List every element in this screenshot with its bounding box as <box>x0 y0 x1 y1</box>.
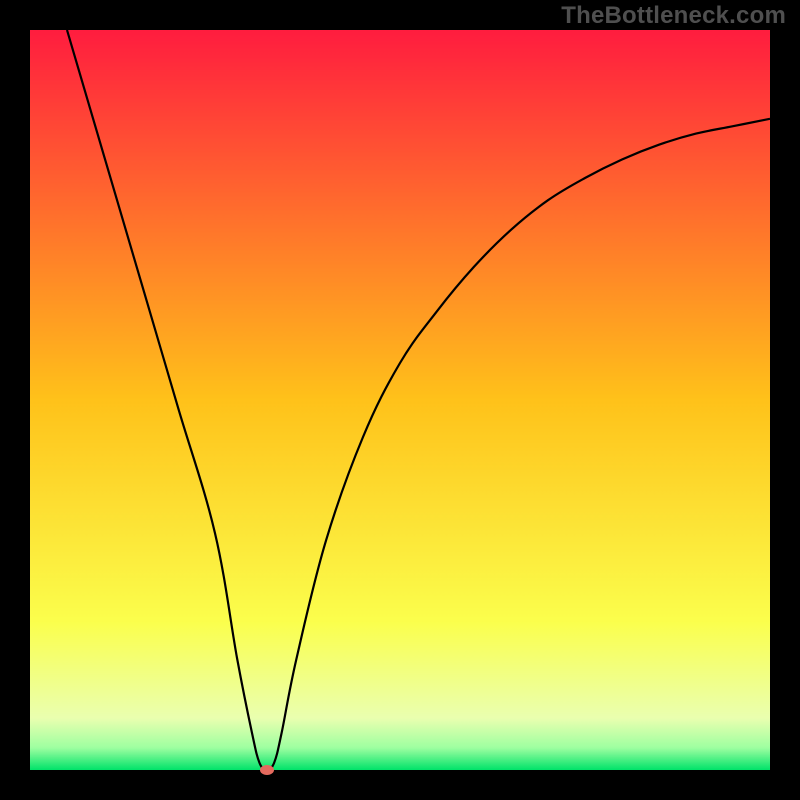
watermark-text: TheBottleneck.com <box>561 2 786 30</box>
bottleneck-curve <box>30 30 770 770</box>
optimal-point-marker <box>260 765 274 775</box>
curve-path <box>67 30 770 770</box>
chart-frame: TheBottleneck.com <box>0 0 800 800</box>
